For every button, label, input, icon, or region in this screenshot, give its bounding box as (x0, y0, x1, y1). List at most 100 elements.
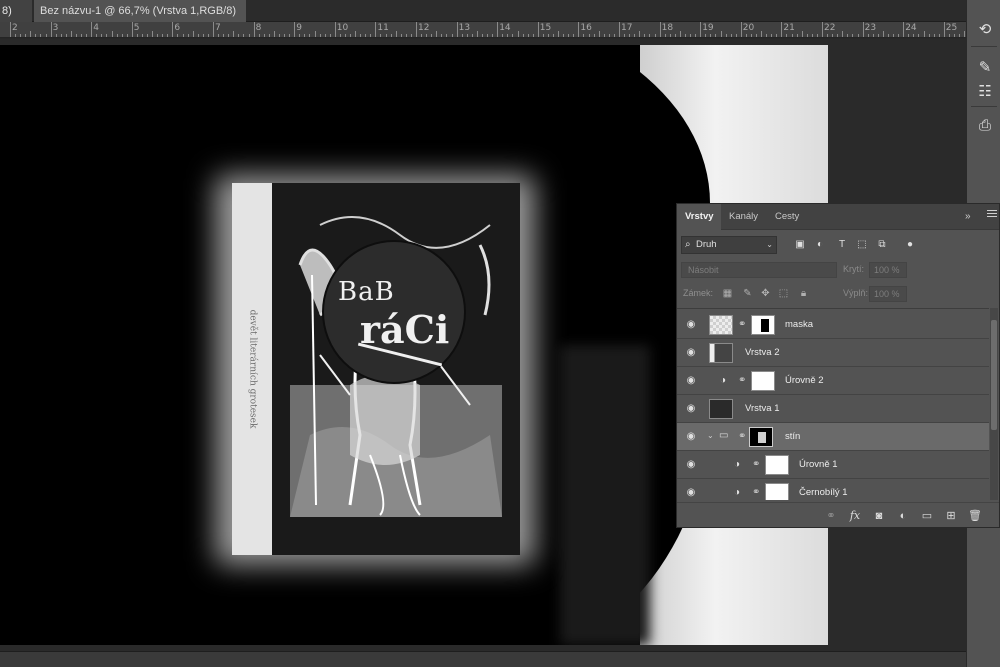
ruler-minor-tick (441, 34, 443, 37)
layer-name[interactable]: Vrstva 1 (745, 403, 780, 414)
ruler-label: 4 (93, 23, 99, 33)
eye-icon[interactable]: ◉ (685, 375, 697, 387)
layer-name[interactable]: Úrovně 1 (799, 459, 838, 470)
ruler-minor-tick (684, 34, 686, 37)
ruler-minor-tick (776, 34, 778, 37)
filter-kind-label: Druh (696, 239, 717, 250)
ruler-major-tick (700, 22, 702, 37)
search-icon: ⌕ (685, 239, 691, 250)
layer-row-maska[interactable]: ◉ ⚭ maska (677, 311, 989, 339)
tab-layers[interactable]: Vrstvy (677, 204, 721, 230)
chevron-down-icon[interactable]: ⌄ (707, 431, 714, 440)
eye-icon[interactable]: ◉ (685, 459, 697, 471)
lock-artboard-icon[interactable]: ⬚ (777, 287, 790, 300)
eye-icon[interactable]: ◉ (685, 403, 697, 415)
adjustment-filter-icon[interactable]: ◐ (813, 238, 827, 252)
image-filter-icon[interactable]: ▣ (793, 238, 807, 252)
ruler-minor-tick (928, 34, 930, 37)
ruler-major-tick (294, 22, 296, 37)
ruler-minor-tick (695, 34, 697, 37)
link-icon[interactable]: ⚭ (752, 459, 760, 470)
ruler-minor-tick (624, 34, 626, 37)
add-mask-icon[interactable]: ◙ (871, 508, 887, 524)
layer-mask-thumbnail[interactable] (765, 483, 789, 500)
layer-row-vrstva-1[interactable]: ◉ Vrstva 1 (677, 395, 989, 423)
link-icon[interactable]: ⚭ (738, 319, 746, 330)
eye-icon[interactable]: ◉ (685, 487, 697, 499)
layer-mask-thumbnail[interactable] (751, 371, 775, 391)
ruler-minor-tick (573, 34, 575, 37)
layer-row-stin[interactable]: ◉ ⌄ ▭ ⚭ stín (677, 423, 989, 451)
collapse-panel-icon[interactable]: » (965, 211, 971, 222)
layer-name[interactable]: maska (785, 319, 813, 330)
eye-icon[interactable]: ◉ (685, 347, 697, 359)
new-group-icon[interactable]: ▭ (919, 508, 935, 524)
brush-presets-icon[interactable]: ✎ (974, 56, 996, 78)
horizontal-ruler[interactable]: 2 3 4 5 6 7 8 9 10 11 12 13 14 15 16 17 18 19 20 21 22 23 24 25 (0, 22, 966, 38)
layer-mask-thumbnail[interactable] (749, 427, 773, 447)
layer-name[interactable]: Úrovně 2 (785, 375, 824, 386)
black-white-adjustment-icon: ◑ (733, 487, 741, 498)
layer-name[interactable]: Černobílý 1 (799, 487, 848, 498)
lock-label: Zámek: (683, 288, 714, 298)
panel-menu-icon[interactable] (987, 210, 997, 221)
ruler-minor-tick (126, 34, 128, 37)
lock-transparency-icon[interactable]: ▦ (721, 287, 734, 300)
delete-layer-icon[interactable]: 🗑︎ (967, 508, 983, 524)
document-tab-2[interactable]: Bez názvu-1 @ 66,7% (Vrstva 1,RGB/8) *× (34, 0, 246, 39)
eye-icon[interactable]: ◉ (685, 319, 697, 331)
layer-name[interactable]: stín (785, 431, 800, 442)
type-filter-icon[interactable]: T (835, 238, 849, 252)
layer-mask-thumbnail[interactable] (751, 315, 775, 335)
fx-icon[interactable]: fx (847, 508, 863, 524)
ruler-minor-tick (284, 34, 286, 37)
new-adjustment-icon[interactable]: ◐ (895, 508, 911, 524)
link-layers-icon[interactable]: ⚭ (823, 508, 839, 524)
scrollbar-thumb[interactable] (991, 320, 997, 430)
clone-source-icon[interactable]: ⎙ (974, 114, 996, 136)
fill-field[interactable]: 100 % (869, 286, 907, 302)
ruler-minor-tick (832, 34, 834, 37)
lock-row: Zámek: ▦ ✎ ✥ ⬚ 🔒︎ Výplň: 100 % (677, 284, 999, 304)
lock-pixels-icon[interactable]: ✎ (741, 287, 754, 300)
ruler-minor-tick (690, 34, 692, 37)
eye-icon[interactable]: ◉ (685, 431, 697, 443)
layers-scrollbar[interactable] (990, 308, 998, 500)
ruler-minor-tick (365, 34, 367, 37)
ruler-minor-tick (60, 34, 62, 37)
lock-position-icon[interactable]: ✥ (759, 287, 772, 300)
ruler-minor-tick (136, 34, 138, 37)
link-icon[interactable]: ⚭ (738, 431, 746, 442)
layer-row-vrstva-2[interactable]: ◉ Vrstva 2 (677, 339, 989, 367)
history-icon[interactable]: ⟲ (974, 18, 996, 40)
ruler-minor-tick (304, 34, 306, 37)
ruler-label: 15 (539, 23, 552, 33)
layer-row-urovne-2[interactable]: ◉ ◑ ⚭ Úrovně 2 (677, 367, 989, 395)
ruler-minor-tick (20, 34, 22, 37)
ruler-minor-tick (563, 34, 565, 37)
shape-filter-icon[interactable]: ⬚ (855, 238, 869, 252)
ruler-minor-tick (187, 34, 189, 37)
document-tab-1[interactable]: 8) *× (0, 0, 32, 39)
layer-row-urovne-1[interactable]: ◉ ◑ ⚭ Úrovně 1 (677, 451, 989, 479)
ruler-major-tick (659, 22, 661, 37)
link-icon[interactable]: ⚭ (752, 487, 760, 498)
layer-name[interactable]: Vrstva 2 (745, 347, 780, 358)
adjust-presets-icon[interactable]: ☷ (974, 80, 996, 102)
link-icon[interactable]: ⚭ (738, 375, 746, 386)
lock-all-icon[interactable]: 🔒︎ (797, 287, 810, 300)
ruler-major-tick (903, 22, 905, 37)
filter-toggle-icon[interactable]: ● (903, 238, 917, 252)
tab-channels[interactable]: Kanály (721, 204, 767, 230)
layer-mask-thumbnail[interactable] (765, 455, 789, 475)
smart-object-filter-icon[interactable]: ⧉ (875, 238, 889, 252)
opacity-field[interactable]: 100 % (869, 262, 907, 278)
document-tab-bar: 8) *× Bez názvu-1 @ 66,7% (Vrstva 1,RGB/… (0, 0, 966, 39)
ruler-minor-tick (553, 34, 555, 37)
filter-kind-select[interactable]: ⌕ Druh ⌄ (681, 236, 777, 254)
new-layer-icon[interactable]: ⊞ (943, 508, 959, 524)
tab-paths[interactable]: Cesty (767, 204, 811, 230)
layer-row-cernobily-1[interactable]: ◉ ◑ ⚭ Černobílý 1 (677, 479, 989, 500)
blend-mode-select[interactable]: Násobit (681, 262, 837, 278)
dock-separator (971, 106, 997, 107)
